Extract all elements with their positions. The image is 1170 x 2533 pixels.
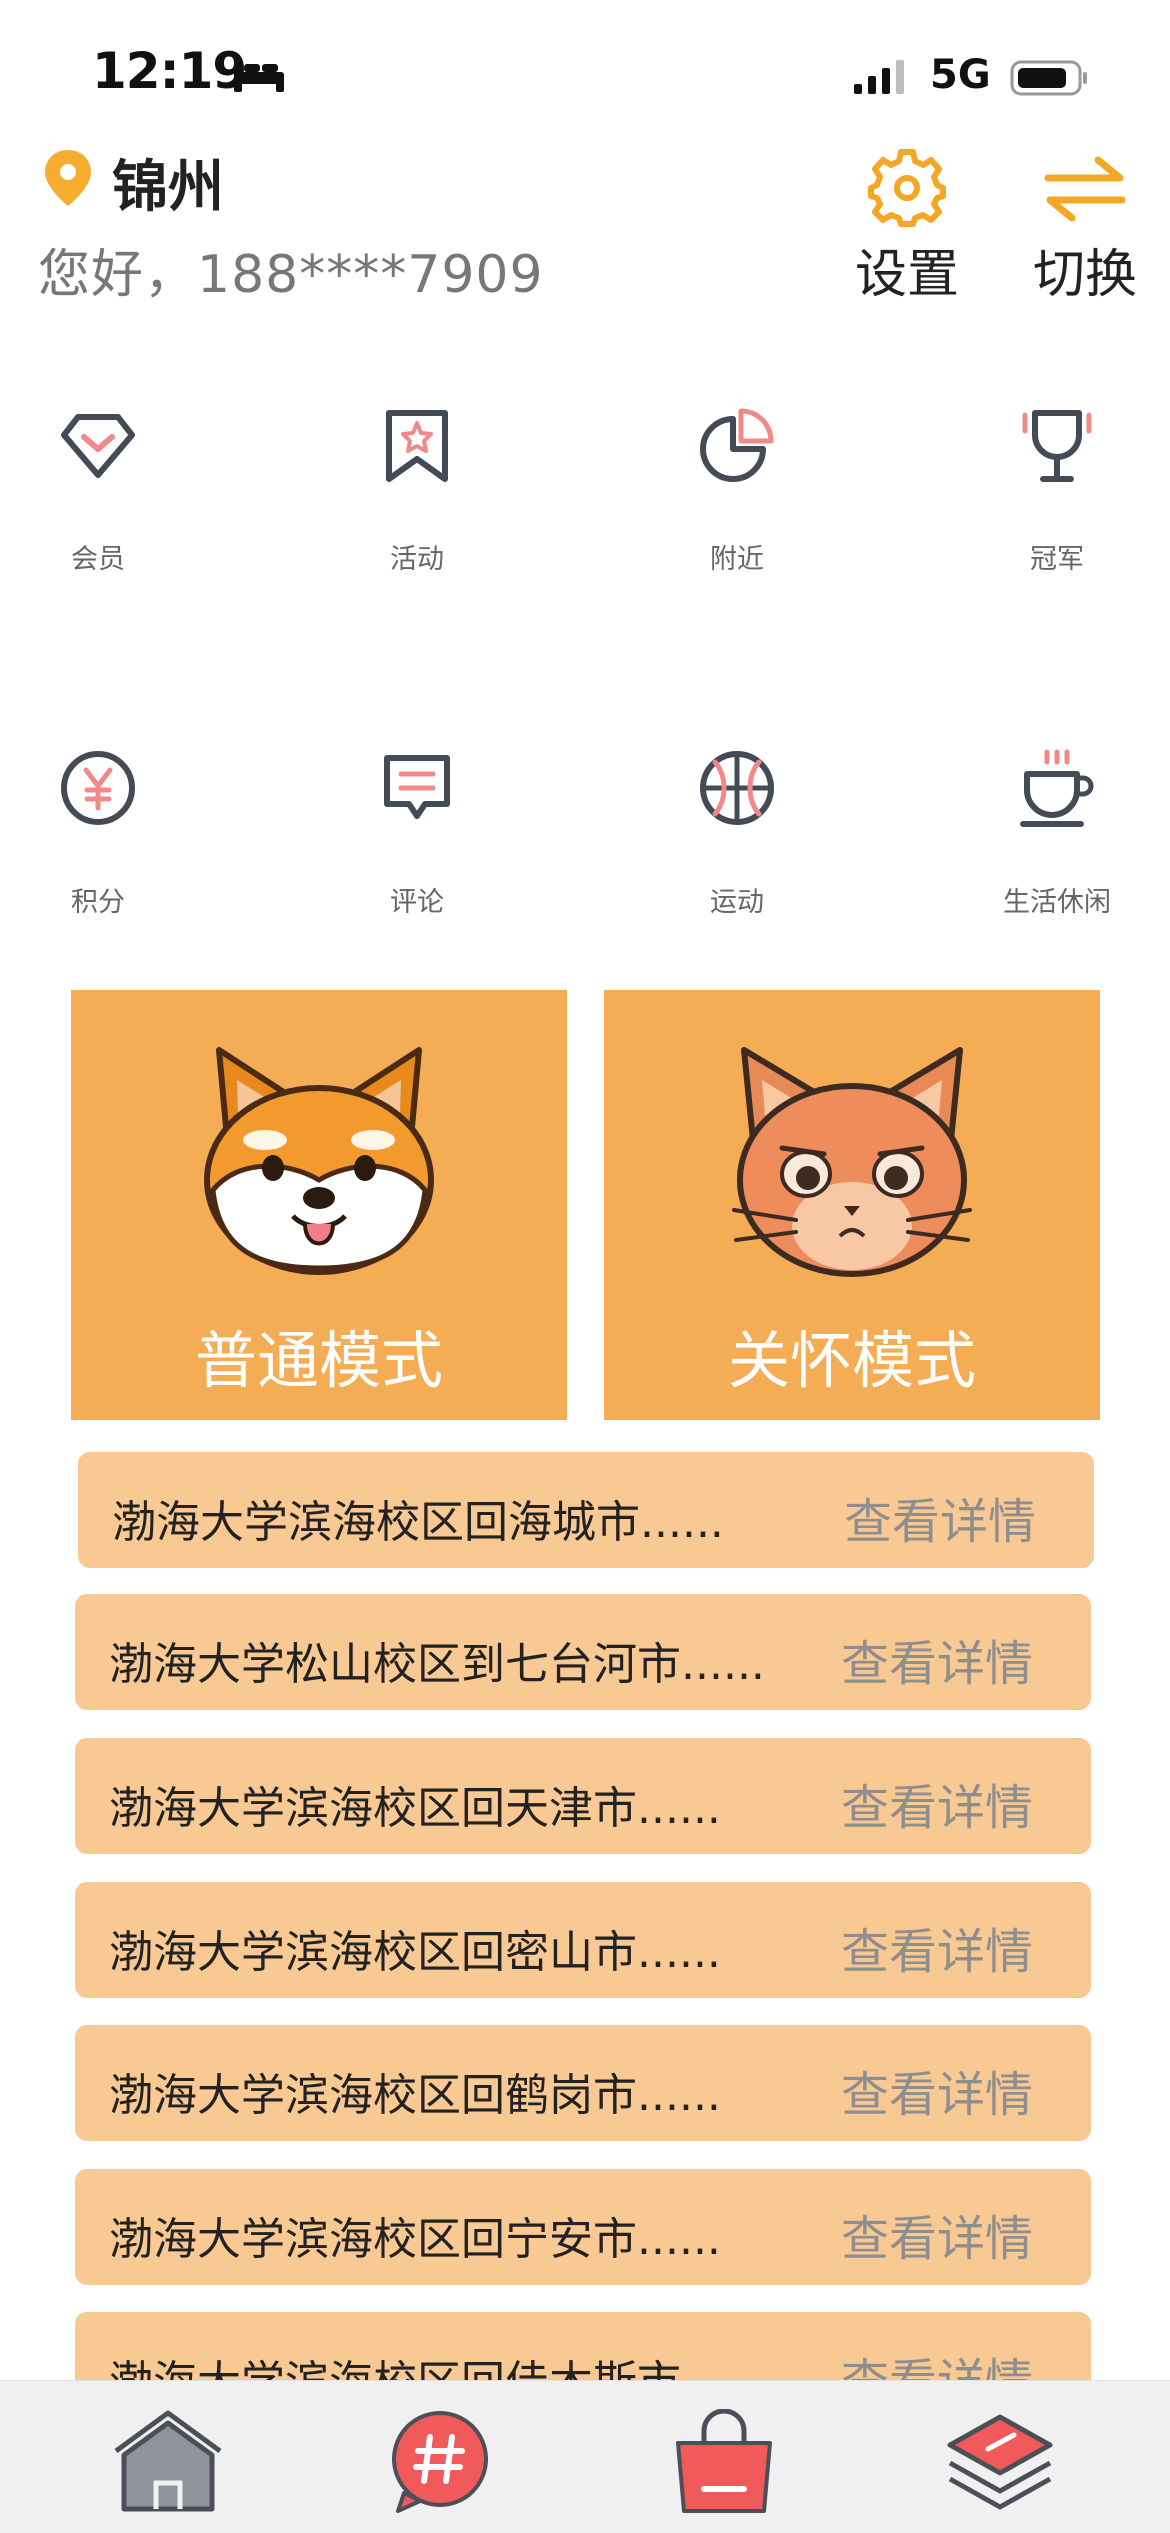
view-details-link[interactable]: 查看详情 [841, 2199, 1033, 2269]
route-row[interactable]: 渤海大学滨海校区回海城市...... 查看详情 [78, 1452, 1094, 1568]
menu-item-label: 生活休闲 [1003, 887, 1111, 918]
care-mode-card[interactable]: 关怀模式 [604, 990, 1100, 1420]
menu-item-member[interactable]: 会员 [3, 405, 193, 605]
tab-stack[interactable] [940, 2409, 1060, 2515]
settings-label: 设置 [854, 245, 959, 305]
tab-home[interactable] [108, 2409, 228, 2515]
battery-icon [1010, 60, 1087, 96]
basketball-icon [700, 751, 774, 825]
menu-item-sports[interactable]: 运动 [642, 748, 832, 948]
route-title: 渤海大学滨海校区回天津市...... [109, 1783, 721, 1834]
route-row[interactable]: 渤海大学滨海校区回鹤岗市...... 查看详情 [75, 2025, 1091, 2141]
menu-item-label: 活动 [390, 544, 444, 575]
view-details-link[interactable]: 查看详情 [841, 1768, 1033, 1838]
menu-item-nearby[interactable]: 附近 [642, 405, 832, 605]
city-label[interactable]: 锦州 [112, 142, 224, 223]
menu-item-champion[interactable]: 冠军 [962, 405, 1152, 605]
comment-icon [384, 755, 450, 819]
menu-item-label: 积分 [71, 887, 125, 918]
menu-item-points[interactable]: 积分 [3, 748, 193, 948]
menu-item-leisure[interactable]: 生活休闲 [962, 748, 1152, 948]
user-greeting: 您好，188****7909 [38, 245, 544, 305]
menu-item-label: 评论 [390, 887, 444, 918]
signal-icon [854, 60, 904, 94]
menu-item-activity[interactable]: 活动 [322, 405, 512, 605]
route-row[interactable]: 渤海大学滨海校区回佳木斯市...... 查看详情 [75, 2312, 1091, 2380]
route-row[interactable]: 渤海大学松山校区到七台河市...... 查看详情 [75, 1594, 1091, 1710]
sleep-icon [234, 64, 284, 92]
location-pin-icon [45, 150, 91, 206]
route-row[interactable]: 渤海大学滨海校区回宁安市...... 查看详情 [75, 2169, 1091, 2285]
hashtag-icon [392, 2411, 488, 2513]
diamond-icon [61, 414, 135, 478]
home-icon [114, 2410, 222, 2512]
switch-button[interactable]: 切换 [1020, 148, 1150, 308]
route-title: 渤海大学滨海校区回鹤岗市...... [109, 2070, 721, 2121]
bookmark-star-icon [386, 410, 448, 482]
view-details-link[interactable]: 查看详情 [844, 1482, 1036, 1552]
view-details-link[interactable]: 查看详情 [841, 1912, 1033, 1982]
view-details-link[interactable]: 查看详情 [841, 1624, 1033, 1694]
route-title: 渤海大学滨海校区回宁安市...... [109, 2214, 721, 2265]
route-row[interactable]: 渤海大学滨海校区回天津市...... 查看详情 [75, 1738, 1091, 1854]
route-title: 渤海大学滨海校区回密山市...... [109, 1927, 721, 1978]
bottom-tab-bar [0, 2380, 1170, 2533]
route-title: 渤海大学滨海校区回佳木斯市...... [109, 2346, 765, 2380]
gear-icon [868, 149, 946, 227]
layers-icon [947, 2414, 1053, 2510]
view-details-link[interactable]: 查看详情 [841, 2342, 1033, 2380]
tab-shop[interactable] [664, 2408, 784, 2515]
pie-icon [700, 408, 774, 482]
menu-item-label: 会员 [71, 544, 125, 575]
switch-label: 切换 [1032, 245, 1137, 305]
trophy-icon [1022, 410, 1092, 482]
menu-item-label: 冠军 [1030, 544, 1084, 575]
view-details-link[interactable]: 查看详情 [841, 2055, 1033, 2125]
menu-item-label: 运动 [710, 887, 764, 918]
shopping-bag-icon [676, 2408, 772, 2513]
normal-mode-card[interactable]: 普通模式 [71, 990, 567, 1420]
route-title: 渤海大学松山校区到七台河市...... [109, 1639, 765, 1690]
yen-coin-icon [61, 751, 135, 825]
shiba-dog-icon [204, 1047, 434, 1275]
settings-button[interactable]: 设置 [842, 148, 972, 308]
route-title: 渤海大学滨海校区回海城市...... [112, 1497, 724, 1548]
normal-mode-label: 普通模式 [194, 1324, 443, 1397]
route-row[interactable]: 渤海大学滨海校区回密山市...... 查看详情 [75, 1882, 1091, 1998]
menu-item-comment[interactable]: 评论 [322, 748, 512, 948]
care-mode-label: 关怀模式 [727, 1324, 976, 1397]
coffee-cup-icon [1020, 749, 1094, 827]
cat-icon [732, 1047, 972, 1277]
network-label: 5G [930, 52, 991, 98]
status-time: 12:19 [92, 42, 247, 100]
menu-item-label: 附近 [710, 544, 764, 575]
tab-topics[interactable] [380, 2409, 500, 2515]
swap-arrows-icon [1044, 156, 1126, 222]
